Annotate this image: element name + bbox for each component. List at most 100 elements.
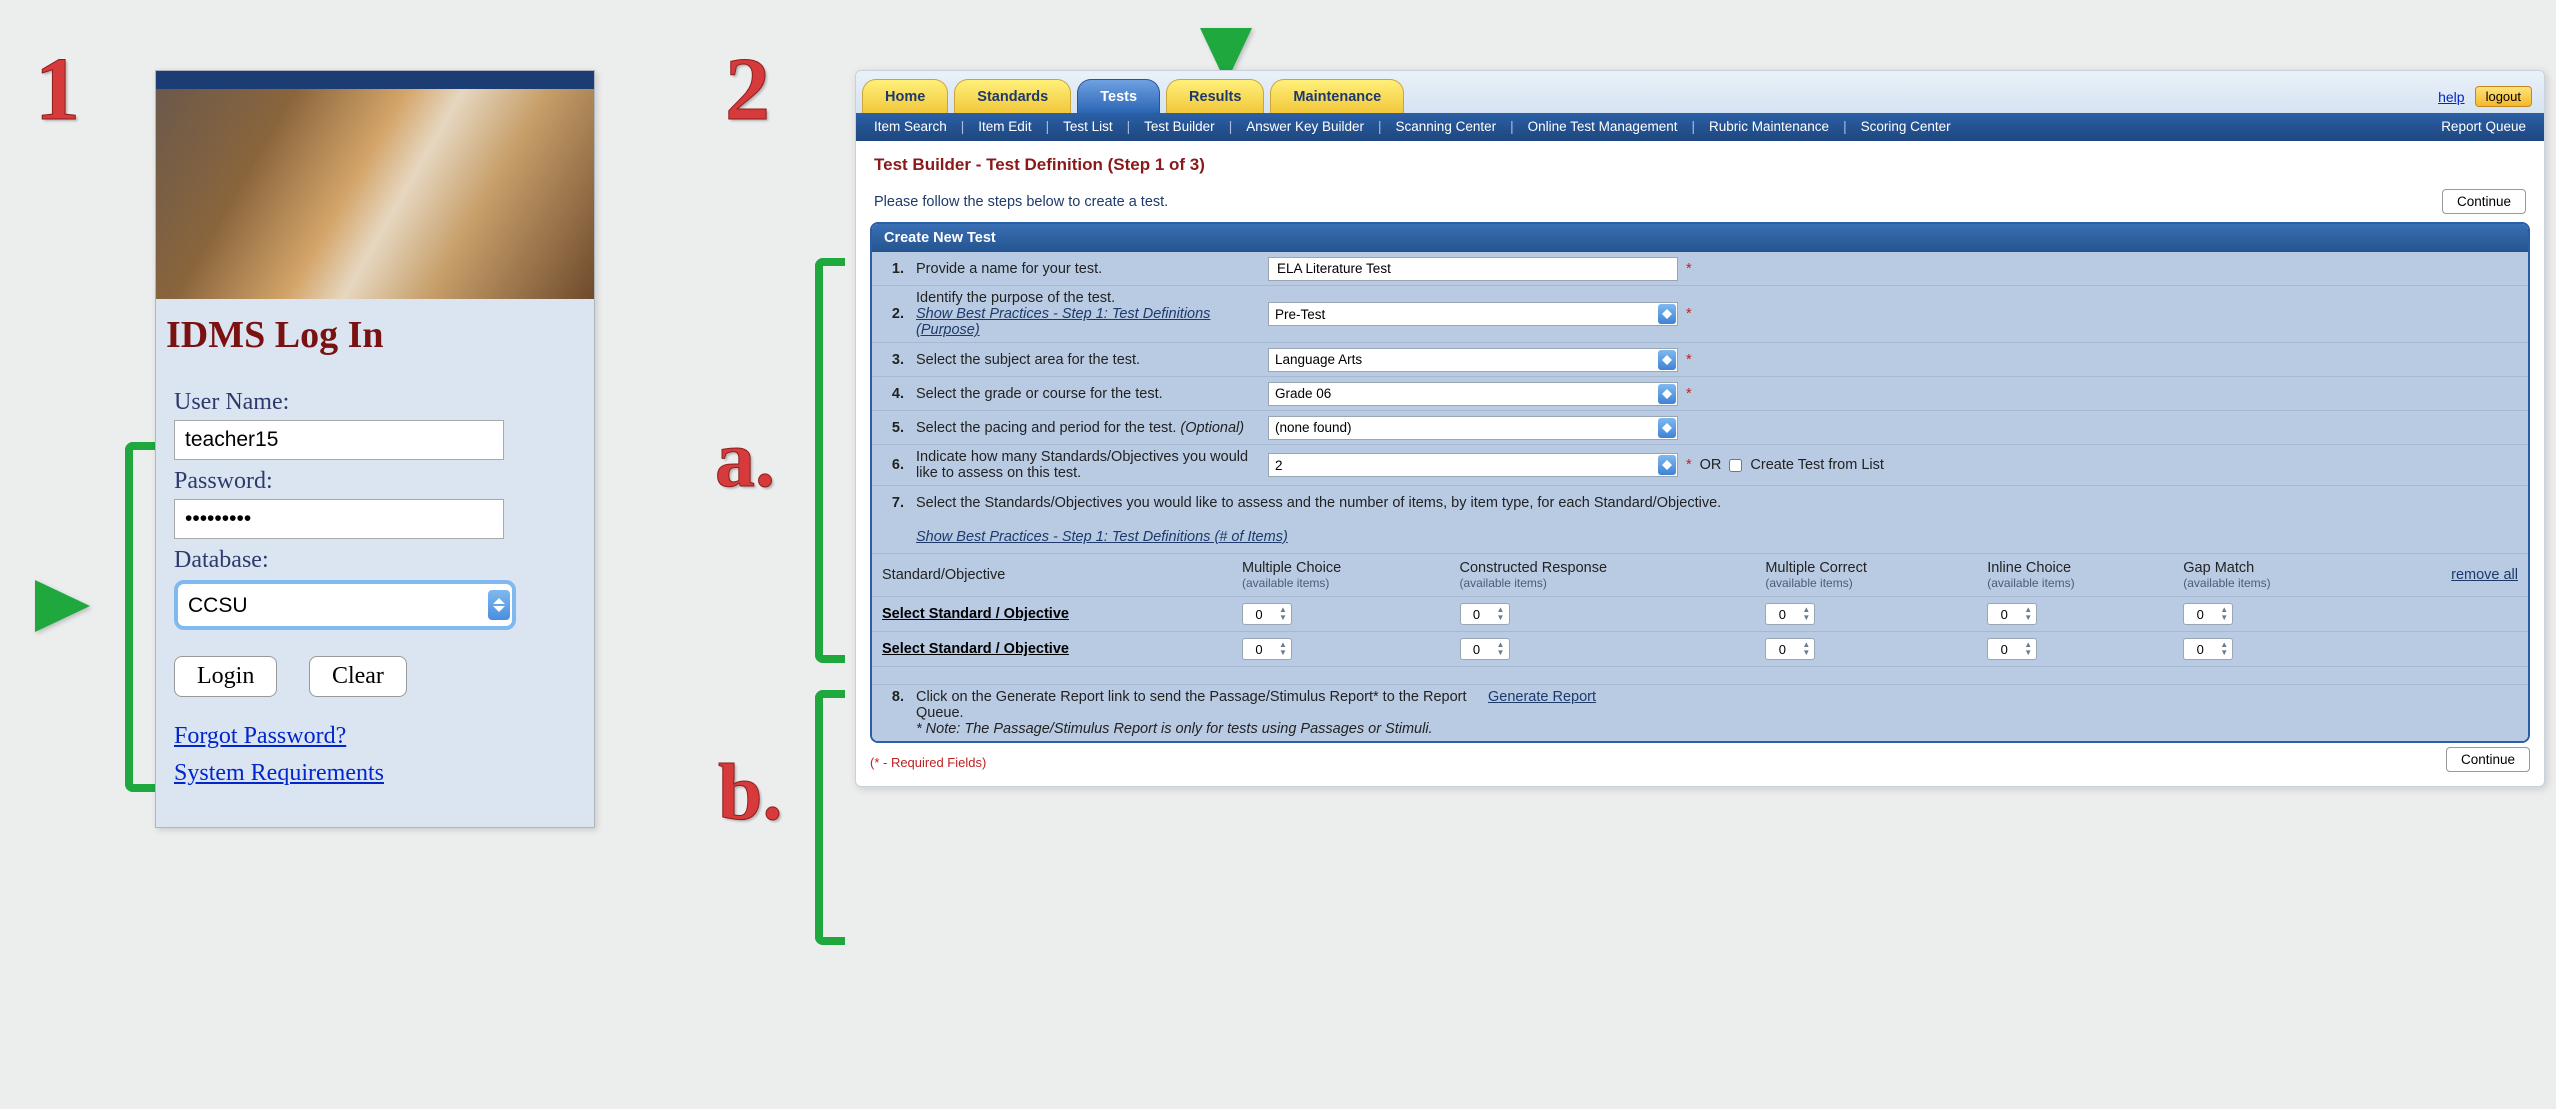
th-remove-all: remove all bbox=[2369, 554, 2528, 597]
tab-results[interactable]: Results bbox=[1166, 79, 1264, 113]
generate-report-link[interactable]: Generate Report bbox=[1488, 689, 1596, 705]
chevron-updown-icon: ▲▼ bbox=[1798, 639, 1814, 659]
subject-select[interactable]: Language Arts bbox=[1268, 348, 1678, 372]
grade-select[interactable]: Grade 06 bbox=[1268, 382, 1678, 406]
chevron-updown-icon: ▲▼ bbox=[2216, 639, 2232, 659]
subnav-item-edit[interactable]: Item Edit bbox=[970, 113, 1039, 141]
subnav-item-search[interactable]: Item Search bbox=[866, 113, 955, 141]
create-from-list-checkbox[interactable] bbox=[1729, 459, 1742, 472]
th-available: (available items) bbox=[1460, 576, 1746, 590]
password-label: Password: bbox=[174, 468, 576, 495]
arrow-right-icon bbox=[35, 580, 90, 632]
continue-button-top[interactable]: Continue bbox=[2442, 189, 2526, 214]
chevron-updown-icon: ▲▼ bbox=[1798, 604, 1814, 624]
tab-home[interactable]: Home bbox=[862, 79, 948, 113]
subnav-test-list[interactable]: Test List bbox=[1055, 113, 1121, 141]
chevron-updown-icon: ▲▼ bbox=[2020, 639, 2036, 659]
step-7-number: 7. bbox=[880, 495, 904, 511]
test-name-input[interactable] bbox=[1268, 257, 1678, 281]
subnav-scoring-center[interactable]: Scoring Center bbox=[1853, 113, 1959, 141]
step-7-row: 7. Select the Standards/Objectives you w… bbox=[872, 486, 2528, 520]
subnav-rubric-maintenance[interactable]: Rubric Maintenance bbox=[1701, 113, 1837, 141]
help-link[interactable]: help bbox=[2438, 89, 2464, 105]
idms-app: Home Standards Tests Results Maintenance… bbox=[855, 70, 2545, 787]
cr-stepper[interactable]: ▲▼ bbox=[1460, 638, 1510, 660]
subnav-report-queue[interactable]: Report Queue bbox=[2433, 113, 2534, 141]
ic-stepper[interactable]: ▲▼ bbox=[1987, 638, 2037, 660]
username-input[interactable] bbox=[174, 420, 504, 460]
bracket-b bbox=[815, 690, 845, 945]
step-5-row: 5. Select the pacing and period for the … bbox=[872, 411, 2528, 445]
bracket-a bbox=[815, 258, 845, 663]
step-5-optional: (Optional) bbox=[1180, 420, 1244, 436]
chevron-updown-icon: ▲▼ bbox=[2020, 604, 2036, 624]
mc-stepper[interactable]: ▲▼ bbox=[1242, 603, 1292, 625]
select-standard-link[interactable]: Select Standard / Objective bbox=[882, 606, 1069, 622]
subnav-answer-key-builder[interactable]: Answer Key Builder bbox=[1238, 113, 1372, 141]
subnav-test-builder[interactable]: Test Builder bbox=[1136, 113, 1223, 141]
required-icon: * bbox=[1686, 306, 1692, 322]
pacing-select[interactable]: (none found) bbox=[1268, 416, 1678, 440]
main-tab-row: Home Standards Tests Results Maintenance… bbox=[856, 71, 2544, 113]
step-6-row: 6. Indicate how many Standards/Objective… bbox=[872, 445, 2528, 486]
best-practices-purpose-link[interactable]: Show Best Practices - Step 1: Test Defin… bbox=[916, 306, 1210, 338]
chevron-updown-icon: ▲▼ bbox=[2216, 604, 2232, 624]
remove-all-link[interactable]: remove all bbox=[2451, 567, 2518, 583]
th-standard: Standard/Objective bbox=[872, 554, 1232, 597]
th-available: (available items) bbox=[1242, 576, 1440, 590]
step-8-label-a: Click on the Generate Report link to sen… bbox=[916, 689, 1467, 721]
login-panel: IDMS Log In User Name: Password: Databas… bbox=[155, 70, 595, 828]
select-standard-link[interactable]: Select Standard / Objective bbox=[882, 641, 1069, 657]
chevron-updown-icon: ▲▼ bbox=[1275, 604, 1291, 624]
mcor-stepper[interactable]: ▲▼ bbox=[1765, 638, 1815, 660]
step-8-label-b: * Note: The Passage/Stimulus Report is o… bbox=[916, 721, 1433, 737]
tab-standards[interactable]: Standards bbox=[954, 79, 1071, 113]
mcor-stepper[interactable]: ▲▼ bbox=[1765, 603, 1815, 625]
create-from-list-label: Create Test from List bbox=[1750, 457, 1884, 473]
step-2-label: Identify the purpose of the test. bbox=[916, 290, 1115, 306]
gm-stepper[interactable]: ▲▼ bbox=[2183, 603, 2233, 625]
logout-button[interactable]: logout bbox=[2475, 86, 2532, 107]
mc-stepper[interactable]: ▲▼ bbox=[1242, 638, 1292, 660]
step-3-row: 3. Select the subject area for the test.… bbox=[872, 343, 2528, 377]
instruction-text: Please follow the steps below to create … bbox=[874, 194, 2442, 210]
purpose-select[interactable]: Pre-Test bbox=[1268, 302, 1678, 326]
best-practices-items-link[interactable]: Show Best Practices - Step 1: Test Defin… bbox=[916, 529, 1288, 545]
ic-stepper[interactable]: ▲▼ bbox=[1987, 603, 2037, 625]
standards-count-select[interactable]: 2 bbox=[1268, 453, 1678, 477]
chevron-updown-icon: ▲▼ bbox=[1275, 639, 1291, 659]
step-1-number: 1. bbox=[880, 261, 904, 277]
th-available: (available items) bbox=[1987, 576, 2163, 590]
th-multiple-correct: Multiple Correct (available items) bbox=[1755, 554, 1977, 597]
login-button[interactable]: Login bbox=[174, 656, 277, 697]
password-input[interactable] bbox=[174, 499, 504, 539]
database-label: Database: bbox=[174, 547, 576, 574]
tab-maintenance[interactable]: Maintenance bbox=[1270, 79, 1404, 113]
step-4-row: 4. Select the grade or course for the te… bbox=[872, 377, 2528, 411]
clear-button[interactable]: Clear bbox=[309, 656, 407, 697]
page-title: Test Builder - Test Definition (Step 1 o… bbox=[874, 155, 2526, 175]
system-requirements-link[interactable]: System Requirements bbox=[174, 760, 576, 787]
step-6-label: Indicate how many Standards/Objectives y… bbox=[916, 449, 1256, 481]
panel-header: Create New Test bbox=[872, 224, 2528, 252]
cr-stepper[interactable]: ▲▼ bbox=[1460, 603, 1510, 625]
th-available: (available items) bbox=[1765, 576, 1967, 590]
login-photo bbox=[156, 89, 594, 299]
th-gap-match: Gap Match (available items) bbox=[2173, 554, 2369, 597]
th-constructed-response: Constructed Response (available items) bbox=[1450, 554, 1756, 597]
callout-2: 2 bbox=[725, 38, 770, 141]
forgot-password-link[interactable]: Forgot Password? bbox=[174, 723, 576, 750]
step-2-row: 2. Identify the purpose of the test. Sho… bbox=[872, 286, 2528, 343]
create-new-test-panel: Create New Test 1. Provide a name for yo… bbox=[870, 222, 2530, 743]
database-select[interactable]: CCSU bbox=[180, 586, 510, 624]
continue-button-bottom[interactable]: Continue bbox=[2446, 747, 2530, 772]
gm-stepper[interactable]: ▲▼ bbox=[2183, 638, 2233, 660]
step-4-number: 4. bbox=[880, 386, 904, 402]
chevron-updown-icon: ▲▼ bbox=[1493, 604, 1509, 624]
or-text: OR bbox=[1700, 457, 1722, 473]
step-5-number: 5. bbox=[880, 420, 904, 436]
subnav-scanning-center[interactable]: Scanning Center bbox=[1388, 113, 1505, 141]
subnav-online-test-management[interactable]: Online Test Management bbox=[1520, 113, 1686, 141]
tab-tests[interactable]: Tests bbox=[1077, 79, 1160, 113]
step-2-number: 2. bbox=[880, 306, 904, 322]
